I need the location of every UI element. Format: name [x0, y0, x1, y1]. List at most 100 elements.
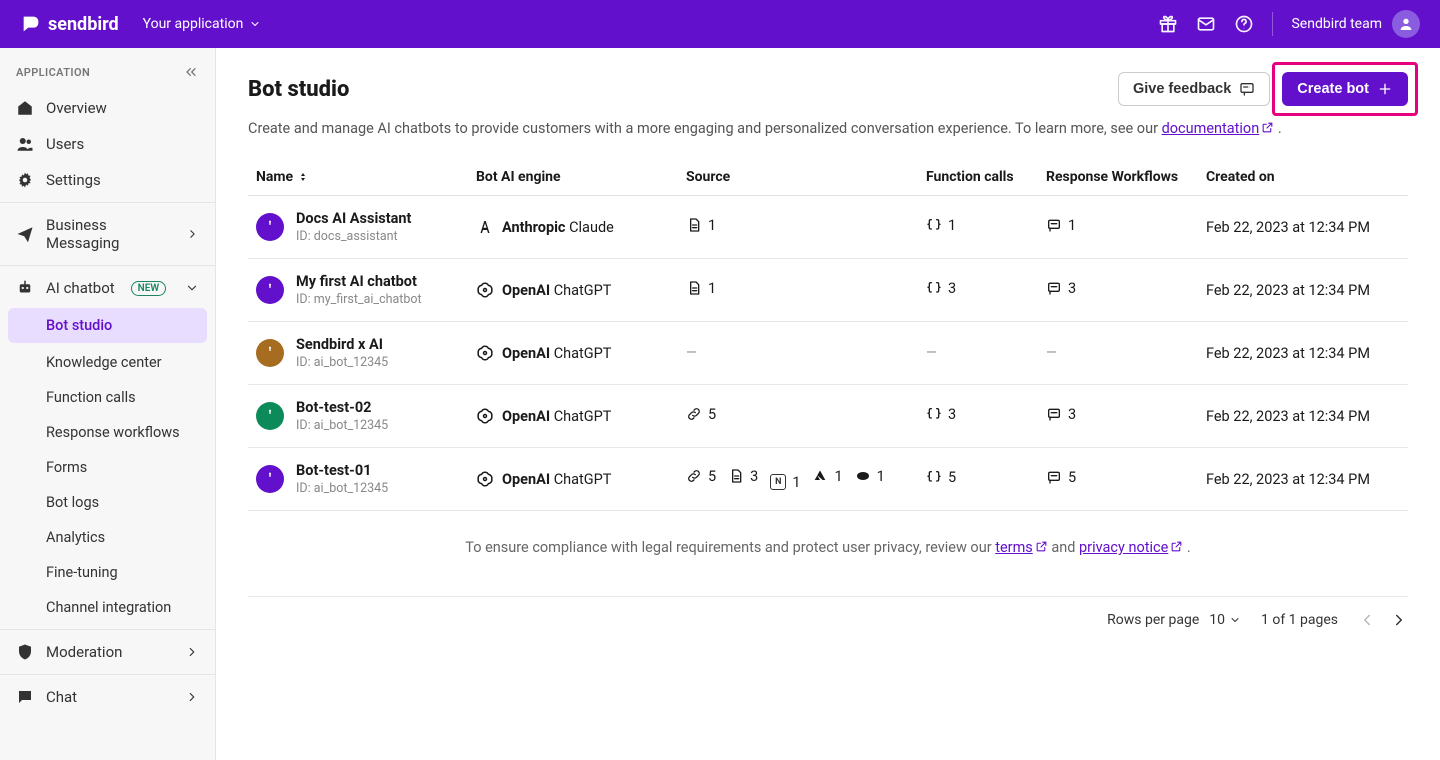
- desc-text: Create and manage AI chatbots to provide…: [248, 120, 1162, 137]
- chevron-down-icon: [185, 281, 199, 295]
- created-cell: Feb 22, 2023 at 12:34 PM: [1206, 219, 1400, 236]
- next-page-button[interactable]: [1390, 611, 1408, 629]
- sidebar-item-forms[interactable]: Forms: [0, 450, 215, 485]
- create-label: Create bot: [1297, 81, 1369, 97]
- team-menu[interactable]: Sendbird team: [1291, 10, 1420, 38]
- sidebar-item-settings[interactable]: Settings: [0, 162, 215, 198]
- sidebar-item-response-workflows[interactable]: Response workflows: [0, 415, 215, 450]
- sidebar-item-label: Users: [46, 135, 84, 153]
- table-row[interactable]: Bot-test-02ID: ai_bot_12345OpenAI ChatGP…: [248, 385, 1408, 448]
- topbar: sendbird Your application Sendbird team: [0, 0, 1440, 48]
- users-icon: [16, 135, 34, 153]
- sidebar-collapse-icon[interactable]: [183, 64, 199, 80]
- source-cell: 53N111: [686, 468, 926, 491]
- created-cell: Feb 22, 2023 at 12:34 PM: [1206, 282, 1400, 299]
- function-count: 3: [926, 406, 956, 423]
- engine-cell: OpenAI ChatGPT: [476, 407, 686, 425]
- help-icon[interactable]: [1234, 14, 1254, 34]
- gear-icon: [16, 171, 34, 189]
- sidebar-item-ai-chatbot[interactable]: AI chatbot NEW: [0, 270, 215, 306]
- pager-nav: [1358, 611, 1408, 629]
- engine-cell: Anthropic Claude: [476, 218, 686, 236]
- table-row[interactable]: Bot-test-01ID: ai_bot_12345OpenAI ChatGP…: [248, 448, 1408, 511]
- chevron-right-icon: [185, 645, 199, 659]
- documentation-link[interactable]: documentation: [1162, 120, 1275, 137]
- chevron-down-icon: [1229, 614, 1241, 626]
- sidebar-item-moderation[interactable]: Moderation: [0, 634, 215, 670]
- desc-text: .: [1274, 120, 1281, 137]
- source-cell: 1: [686, 280, 926, 301]
- source-doc: 1: [686, 217, 716, 234]
- sidebar-item-label: Analytics: [46, 529, 105, 546]
- table-row[interactable]: My first AI chatbotID: my_first_ai_chatb…: [248, 259, 1408, 322]
- workflow-count: 1: [1046, 217, 1076, 234]
- app-switcher[interactable]: Your application: [143, 16, 262, 32]
- sidebar-item-label: Moderation: [46, 643, 122, 661]
- divider: [0, 629, 215, 630]
- privacy-link[interactable]: privacy notice: [1079, 539, 1183, 556]
- paper-plane-icon: [16, 225, 34, 243]
- name-cell: My first AI chatbotID: my_first_ai_chatb…: [256, 273, 476, 307]
- th-name[interactable]: Name: [256, 169, 476, 185]
- table-row[interactable]: Docs AI AssistantID: docs_assistantAnthr…: [248, 196, 1408, 259]
- th-engine: Bot AI engine: [476, 169, 686, 185]
- page-title: Bot studio: [248, 77, 349, 102]
- feedback-icon: [1239, 81, 1255, 97]
- sidebar-item-label: Chat: [46, 688, 77, 706]
- functions-cell: 3: [926, 280, 1046, 301]
- sidebar-item-function-calls[interactable]: Function calls: [0, 380, 215, 415]
- source-notion: N1: [770, 474, 800, 491]
- divider: [1272, 12, 1273, 36]
- mail-icon[interactable]: [1196, 14, 1216, 34]
- bot-avatar: [256, 465, 284, 493]
- chevron-right-icon: [186, 227, 199, 241]
- prev-page-button[interactable]: [1358, 611, 1376, 629]
- bot-avatar: [256, 213, 284, 241]
- create-bot-button[interactable]: Create bot: [1282, 72, 1408, 106]
- sidebar-item-fine-tuning[interactable]: Fine-tuning: [0, 555, 215, 590]
- table-row[interactable]: Sendbird x AIID: ai_bot_12345OpenAI Chat…: [248, 322, 1408, 385]
- shield-icon: [16, 643, 34, 661]
- rpp-value: 10: [1209, 612, 1225, 628]
- functions-cell: 3: [926, 406, 1046, 427]
- gift-icon[interactable]: [1158, 14, 1178, 34]
- workflow-count: 3: [1046, 280, 1076, 297]
- sidebar-item-users[interactable]: Users: [0, 126, 215, 162]
- bot-id: ID: my_first_ai_chatbot: [296, 292, 422, 307]
- sidebar-item-label: Overview: [46, 99, 107, 117]
- sidebar-item-label: Fine-tuning: [46, 564, 118, 581]
- sidebar-item-overview[interactable]: Overview: [0, 90, 215, 126]
- sidebar-item-label: Bot studio: [46, 317, 112, 334]
- bot-id: ID: ai_bot_12345: [296, 355, 388, 370]
- give-feedback-button[interactable]: Give feedback: [1118, 72, 1270, 106]
- sidebar-item-label: Bot logs: [46, 494, 99, 511]
- external-link-icon: [1261, 121, 1274, 134]
- source-link: 5: [686, 468, 716, 485]
- sidebar-item-bot-logs[interactable]: Bot logs: [0, 485, 215, 520]
- source-doc: 1: [686, 280, 716, 297]
- workflows-cell: 3: [1046, 280, 1206, 301]
- feedback-label: Give feedback: [1133, 81, 1231, 97]
- function-count: 1: [926, 217, 956, 234]
- sidebar-item-analytics[interactable]: Analytics: [0, 520, 215, 555]
- sidebar-item-chat[interactable]: Chat: [0, 679, 215, 715]
- source-cell: 5: [686, 406, 926, 427]
- sidebar-item-bot-studio[interactable]: Bot studio: [8, 308, 207, 343]
- rows-per-page: Rows per page 10: [1107, 612, 1241, 628]
- brand-logo[interactable]: sendbird: [20, 13, 119, 35]
- plus-icon: [1377, 81, 1393, 97]
- sidebar-item-label: Business Messaging: [46, 216, 174, 252]
- sidebar: APPLICATION Overview Users Settings Busi…: [0, 48, 216, 760]
- new-badge: NEW: [131, 281, 167, 296]
- bot-id: ID: docs_assistant: [296, 229, 411, 244]
- sidebar-item-knowledge-center[interactable]: Knowledge center: [0, 345, 215, 380]
- sidebar-item-business-messaging[interactable]: Business Messaging: [0, 207, 215, 261]
- chevron-down-icon: [249, 18, 261, 30]
- sidebar-item-channel-integration[interactable]: Channel integration: [0, 590, 215, 625]
- robot-icon: [16, 279, 34, 297]
- terms-link[interactable]: terms: [995, 539, 1048, 556]
- functions-cell: 5: [926, 469, 1046, 490]
- home-icon: [16, 99, 34, 117]
- th-workflows: Response Workflows: [1046, 169, 1206, 185]
- rpp-select[interactable]: 10: [1209, 612, 1241, 628]
